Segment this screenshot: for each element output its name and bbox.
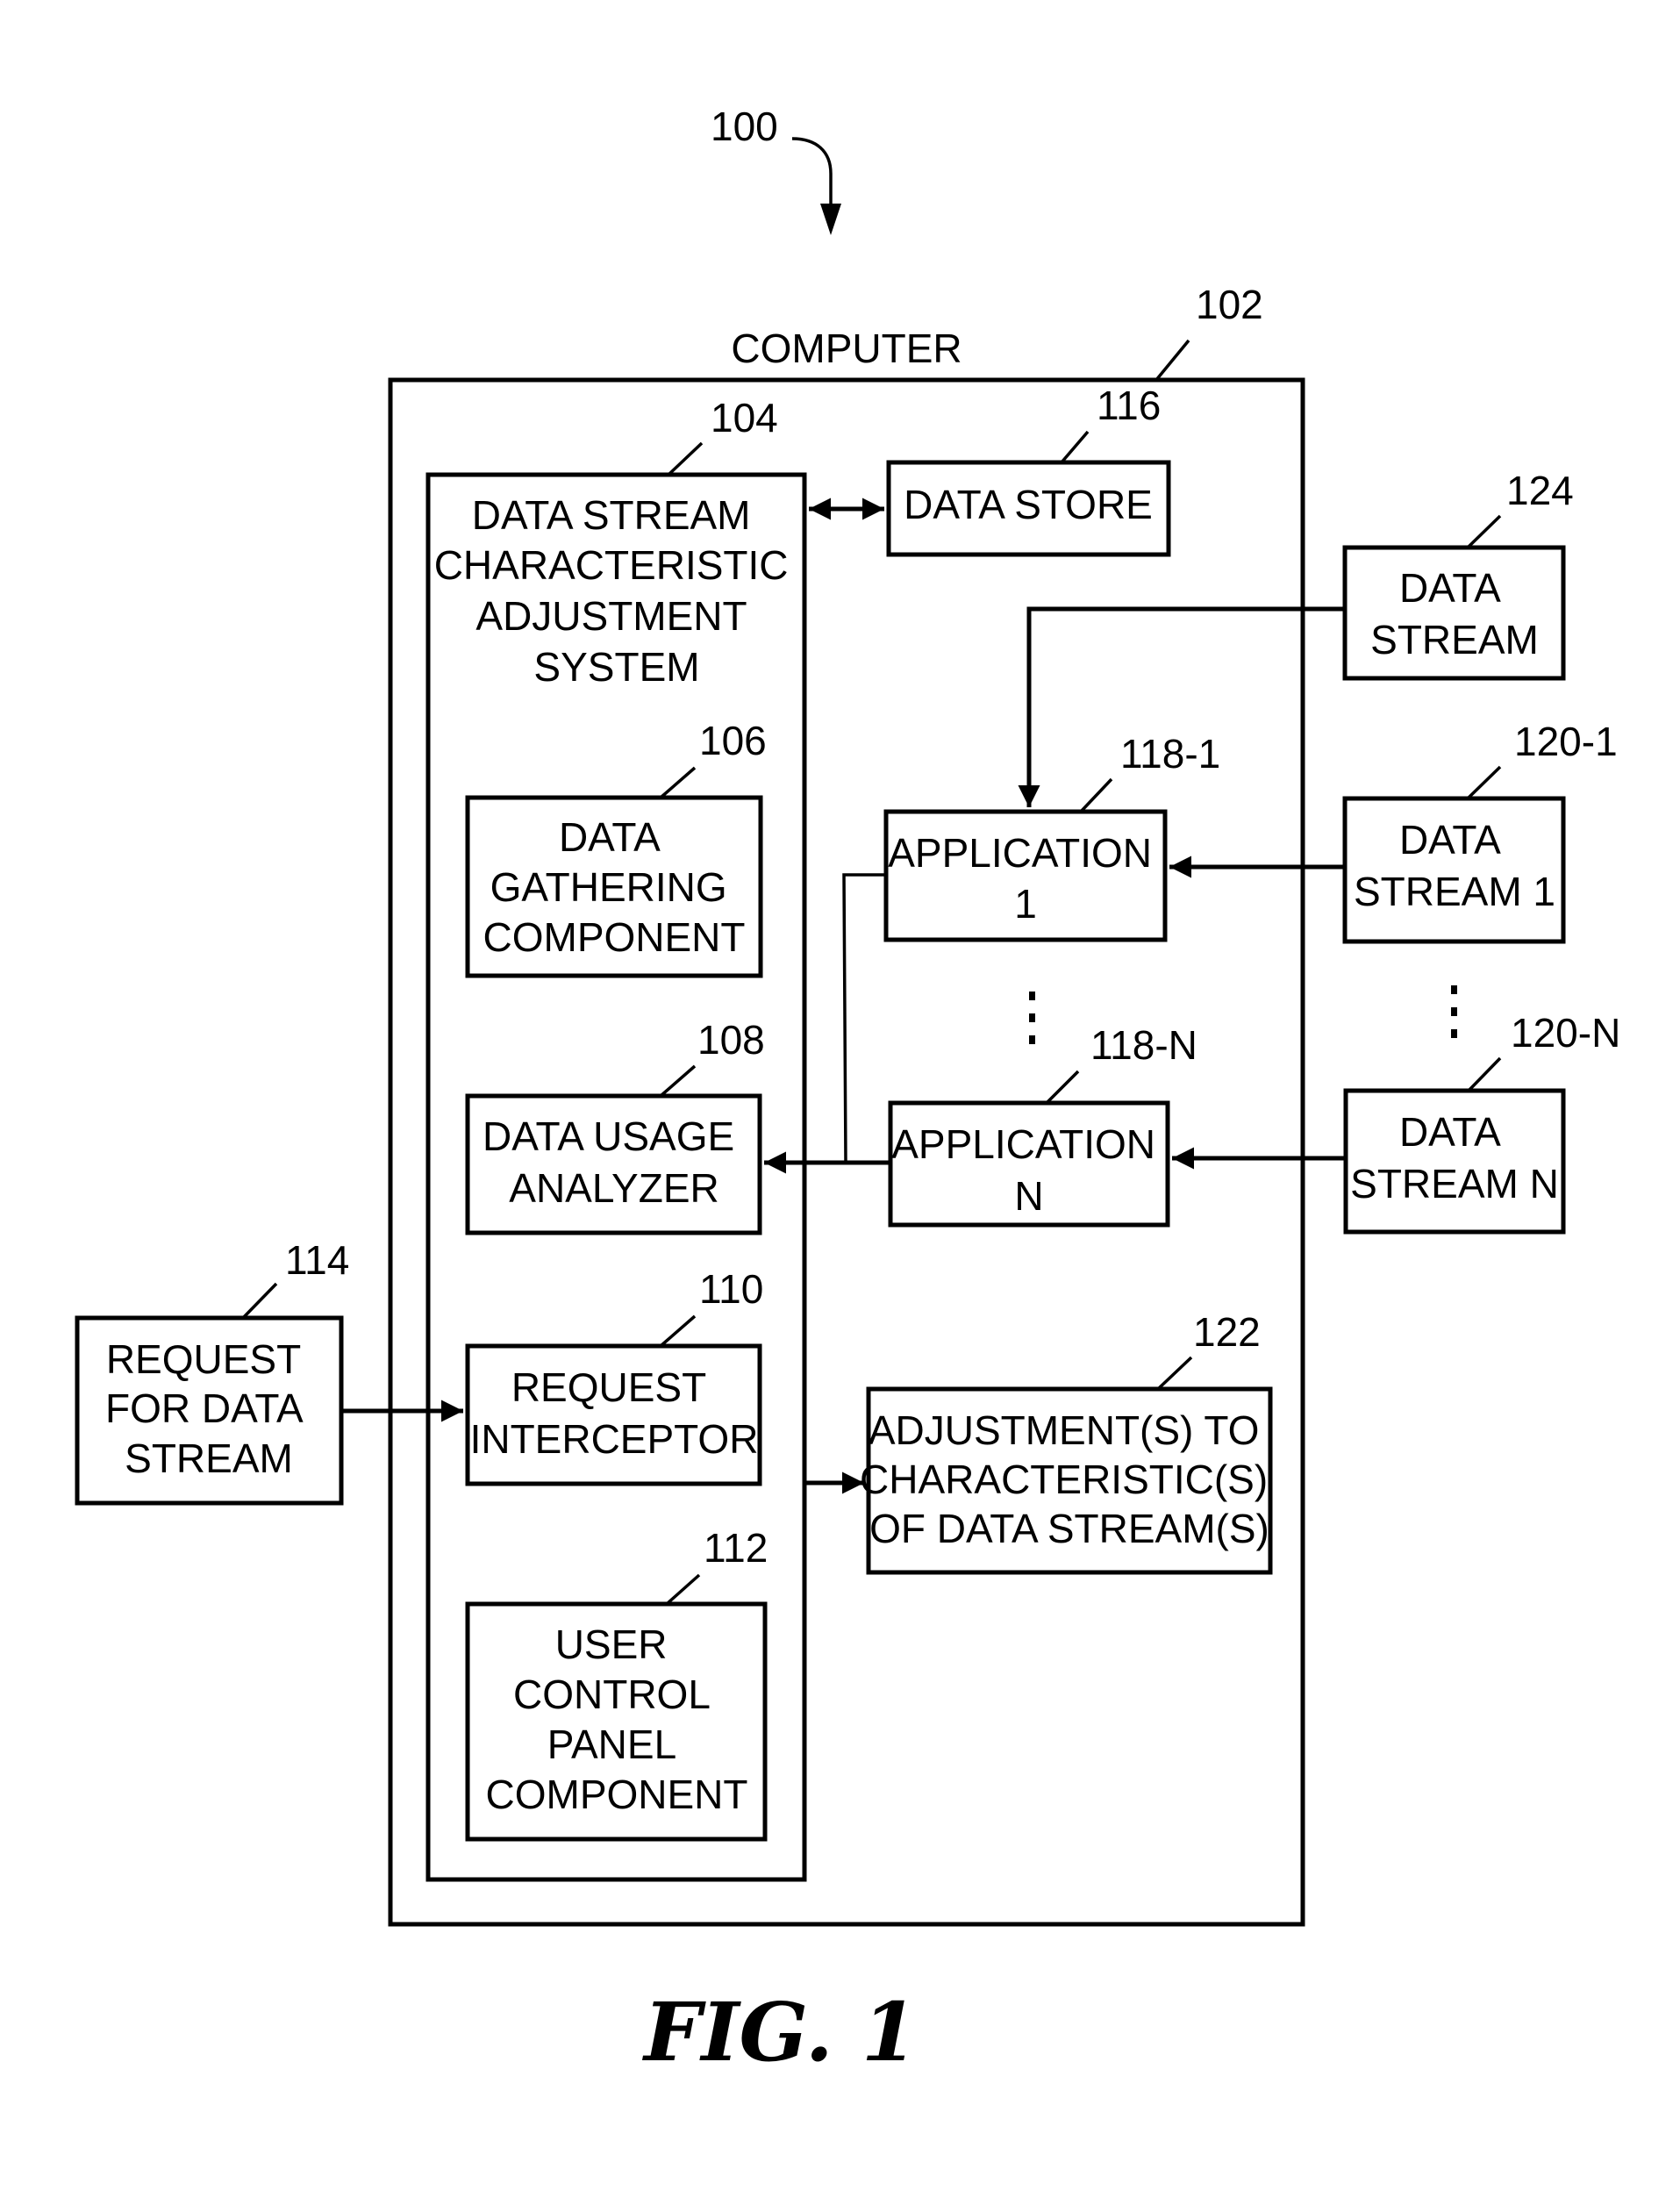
application-n-ref: 118-N	[1090, 1022, 1197, 1068]
data-streams-ellipsis-icon	[1451, 985, 1457, 1038]
applications-ellipsis-icon	[1029, 992, 1035, 1044]
computer-ref-leader	[1155, 339, 1190, 382]
user-control-panel-ref: 112	[704, 1525, 768, 1571]
application-1-ref: 118-1	[1120, 731, 1220, 777]
data-stream-n-ref: 120-N	[1511, 1010, 1620, 1056]
data-gathering-ref: 106	[699, 718, 767, 763]
adjustments-ref: 122	[1193, 1309, 1261, 1355]
adjustments-label: ADJUSTMENT(S) TO CHARACTERISTIC(S) OF DA…	[860, 1407, 1279, 1551]
data-stream-ref: 124	[1506, 468, 1574, 513]
data-stream-1-ref-leader	[1466, 765, 1502, 800]
computer-label: COMPUTER	[731, 326, 962, 371]
system-ref-label: 100	[711, 104, 778, 149]
adjustment-system-ref: 104	[711, 395, 778, 440]
data-store-ref: 116	[1097, 383, 1161, 428]
system-ref-arrowhead	[820, 204, 841, 235]
data-stream-1-ref: 120-1	[1514, 719, 1618, 764]
request-label: REQUEST FOR DATA STREAM	[105, 1336, 312, 1481]
system-ref-arrow	[791, 137, 833, 211]
patent-diagram: 100 COMPUTER 102 104 DATA STREAM CHARACT…	[75, 104, 1620, 2080]
figure-caption: FIG. 1	[641, 1985, 918, 2080]
data-usage-analyzer-ref: 108	[697, 1017, 765, 1063]
data-store-label: DATA STORE	[904, 482, 1153, 527]
request-interceptor-ref: 110	[699, 1266, 763, 1312]
request-ref-leader	[241, 1282, 278, 1320]
data-stream-n-ref-leader	[1467, 1056, 1502, 1092]
computer-ref: 102	[1196, 282, 1263, 327]
request-ref: 114	[285, 1237, 349, 1283]
data-stream-ref-leader	[1466, 514, 1502, 549]
